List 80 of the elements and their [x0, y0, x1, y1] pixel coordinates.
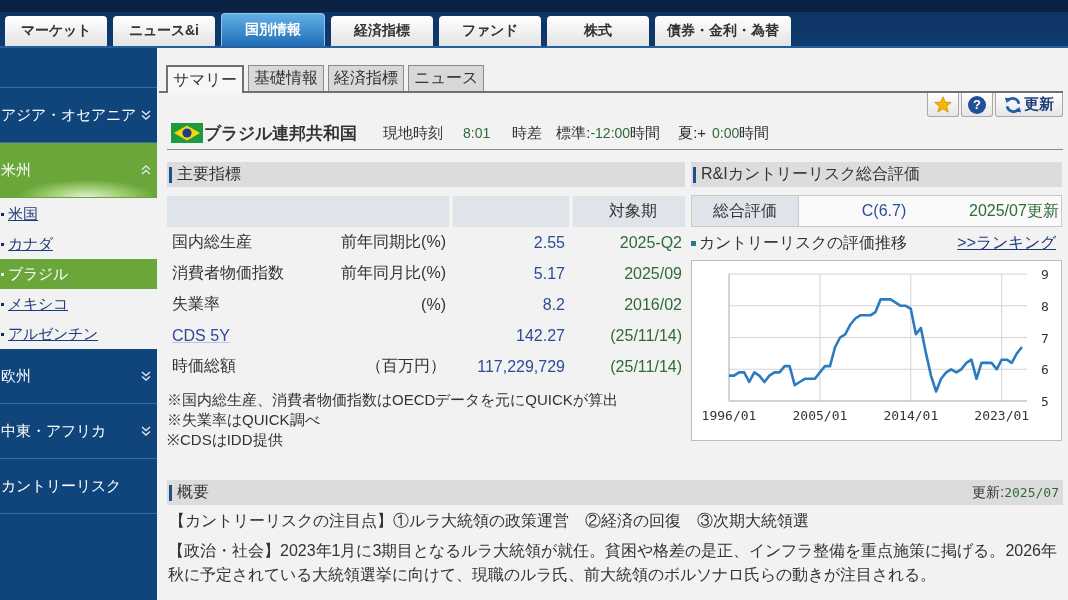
axis-tick-label: 5: [1041, 394, 1049, 409]
country-link[interactable]: アルゼンチン: [0, 319, 157, 349]
content-tab[interactable]: 基礎情報: [248, 65, 324, 91]
axis-tick-label: 1996/01: [701, 408, 757, 423]
time-difference-label: 時差: [512, 123, 543, 143]
rating-date: 2025/07更新: [969, 200, 1060, 221]
flag-icon: [171, 123, 203, 143]
bullet-icon: [1, 332, 4, 336]
axis-tick-label: 7: [1041, 330, 1049, 346]
favorite-button[interactable]: [927, 93, 959, 117]
nav-tab[interactable]: 株式: [547, 16, 649, 46]
footnote: ※CDSはIDD提供: [167, 430, 284, 450]
chart-title: カントリーリスクの評価推移: [699, 232, 907, 253]
country-link[interactable]: カナダ: [0, 229, 157, 259]
axis-tick-label: 6: [1041, 362, 1049, 378]
indicator-unit: (%): [421, 295, 447, 314]
content-tab[interactable]: 経済指標: [328, 65, 404, 91]
axis-tick-label: 2023/01: [974, 408, 1030, 423]
content-tab[interactable]: ニュース: [408, 65, 484, 91]
standard-time-label: 標準:: [556, 123, 591, 143]
country-link[interactable]: 米国: [0, 199, 157, 229]
indicator-unit: 前年同月比(%): [341, 263, 447, 283]
refresh-icon: [1004, 95, 1022, 114]
section-title: 主要指標: [177, 164, 241, 184]
indicator-period: 2016/02: [624, 295, 683, 314]
indicator-name: 国内総生産: [171, 232, 252, 252]
time-unit: 時間: [630, 123, 661, 143]
politics-paragraph: 【政治・社会】2023年1月に3期目となるルラ大統領が就任。貧困や格差の是正、インフラ整備を重点施策に掲げる。2026年秋に予定されている大統領選挙に向けて、現職のルラ氏、前大統領のボルソナロ氏らの動きが注目される。: [167, 541, 1058, 585]
indicator-value: 2.55: [533, 233, 566, 252]
ranking-link[interactable]: >>ランキング: [957, 232, 1056, 254]
footnote: ※国内総生産、消費者物価指数はOECDデータを元にQUICKが算出: [167, 390, 619, 410]
axis-tick-label: 9: [1041, 267, 1049, 282]
bullet-icon: [1, 272, 4, 276]
refresh-button[interactable]: 更新: [995, 93, 1063, 117]
table-header-cell: 対象期: [573, 196, 685, 227]
indicator-period: 2025/09: [624, 264, 683, 283]
content-tab[interactable]: サマリー: [166, 65, 244, 93]
axis-tick-label: 2005/01: [792, 408, 848, 423]
time-unit: 時間: [739, 123, 770, 143]
axis-tick-label: 2014/01: [883, 408, 939, 423]
focus-points-text: 【カントリーリスクの注目点】①ルラ大統領の政策運営 ②経済の回復 ③次期大統領選: [168, 511, 810, 531]
indicator-period: (25/11/14): [610, 357, 683, 376]
indicator-unit: 前年同期比(%): [341, 232, 447, 252]
country-link[interactable]: メキシコ: [0, 289, 157, 319]
section-title: R&Iカントリーリスク総合評価: [701, 164, 920, 184]
indicator-name: 時価総額: [171, 356, 236, 376]
summer-time-label: 夏:+: [678, 123, 707, 143]
indicator-value: 5.17: [533, 264, 566, 283]
axis-tick-label: 8: [1041, 298, 1049, 314]
bullet-icon: [1, 242, 4, 246]
local-time-value: 8:01: [463, 125, 491, 141]
indicator-period: 2025-Q2: [619, 233, 683, 252]
nav-tab[interactable]: ファンド: [439, 16, 541, 46]
indicator-value: 117,229,729: [477, 357, 566, 376]
rating-label: 総合評価: [692, 196, 799, 226]
indicator-name: 消費者物価指数: [171, 263, 284, 283]
star-icon: [934, 96, 952, 113]
rating-value: C(6.7): [860, 201, 908, 221]
nav-tab[interactable]: ニュース&i: [113, 16, 215, 46]
bullet-icon: [1, 212, 4, 216]
update-date: 2025/07: [1004, 485, 1059, 500]
square-bullet-icon: [691, 240, 696, 246]
indicator-value: 8.2: [542, 295, 566, 314]
local-time-label: 現地時刻: [383, 123, 443, 143]
footnote: ※失業率はQUICK調べ: [167, 410, 321, 430]
help-button[interactable]: ?: [961, 93, 993, 117]
bullet-icon: [1, 302, 4, 306]
indicator-value: 142.27: [516, 326, 566, 345]
indicator-unit: （百万円）: [366, 356, 447, 376]
indicator-name: 失業率: [171, 294, 220, 314]
nav-tab[interactable]: 債券・金利・為替: [655, 16, 791, 46]
indicator-period: (25/11/14): [610, 326, 683, 345]
nav-tab[interactable]: マーケット: [5, 16, 107, 46]
section-title: 概要: [177, 482, 209, 502]
nav-tab[interactable]: 経済指標: [331, 16, 433, 46]
country-name: ブラジル連邦共和国: [204, 122, 357, 145]
update-label: 更新:: [972, 483, 1005, 502]
summer-time-value: 0:00: [712, 125, 740, 141]
standard-time-value: -12:00: [590, 125, 631, 141]
indicator-link[interactable]: CDS 5Y: [167, 326, 230, 345]
